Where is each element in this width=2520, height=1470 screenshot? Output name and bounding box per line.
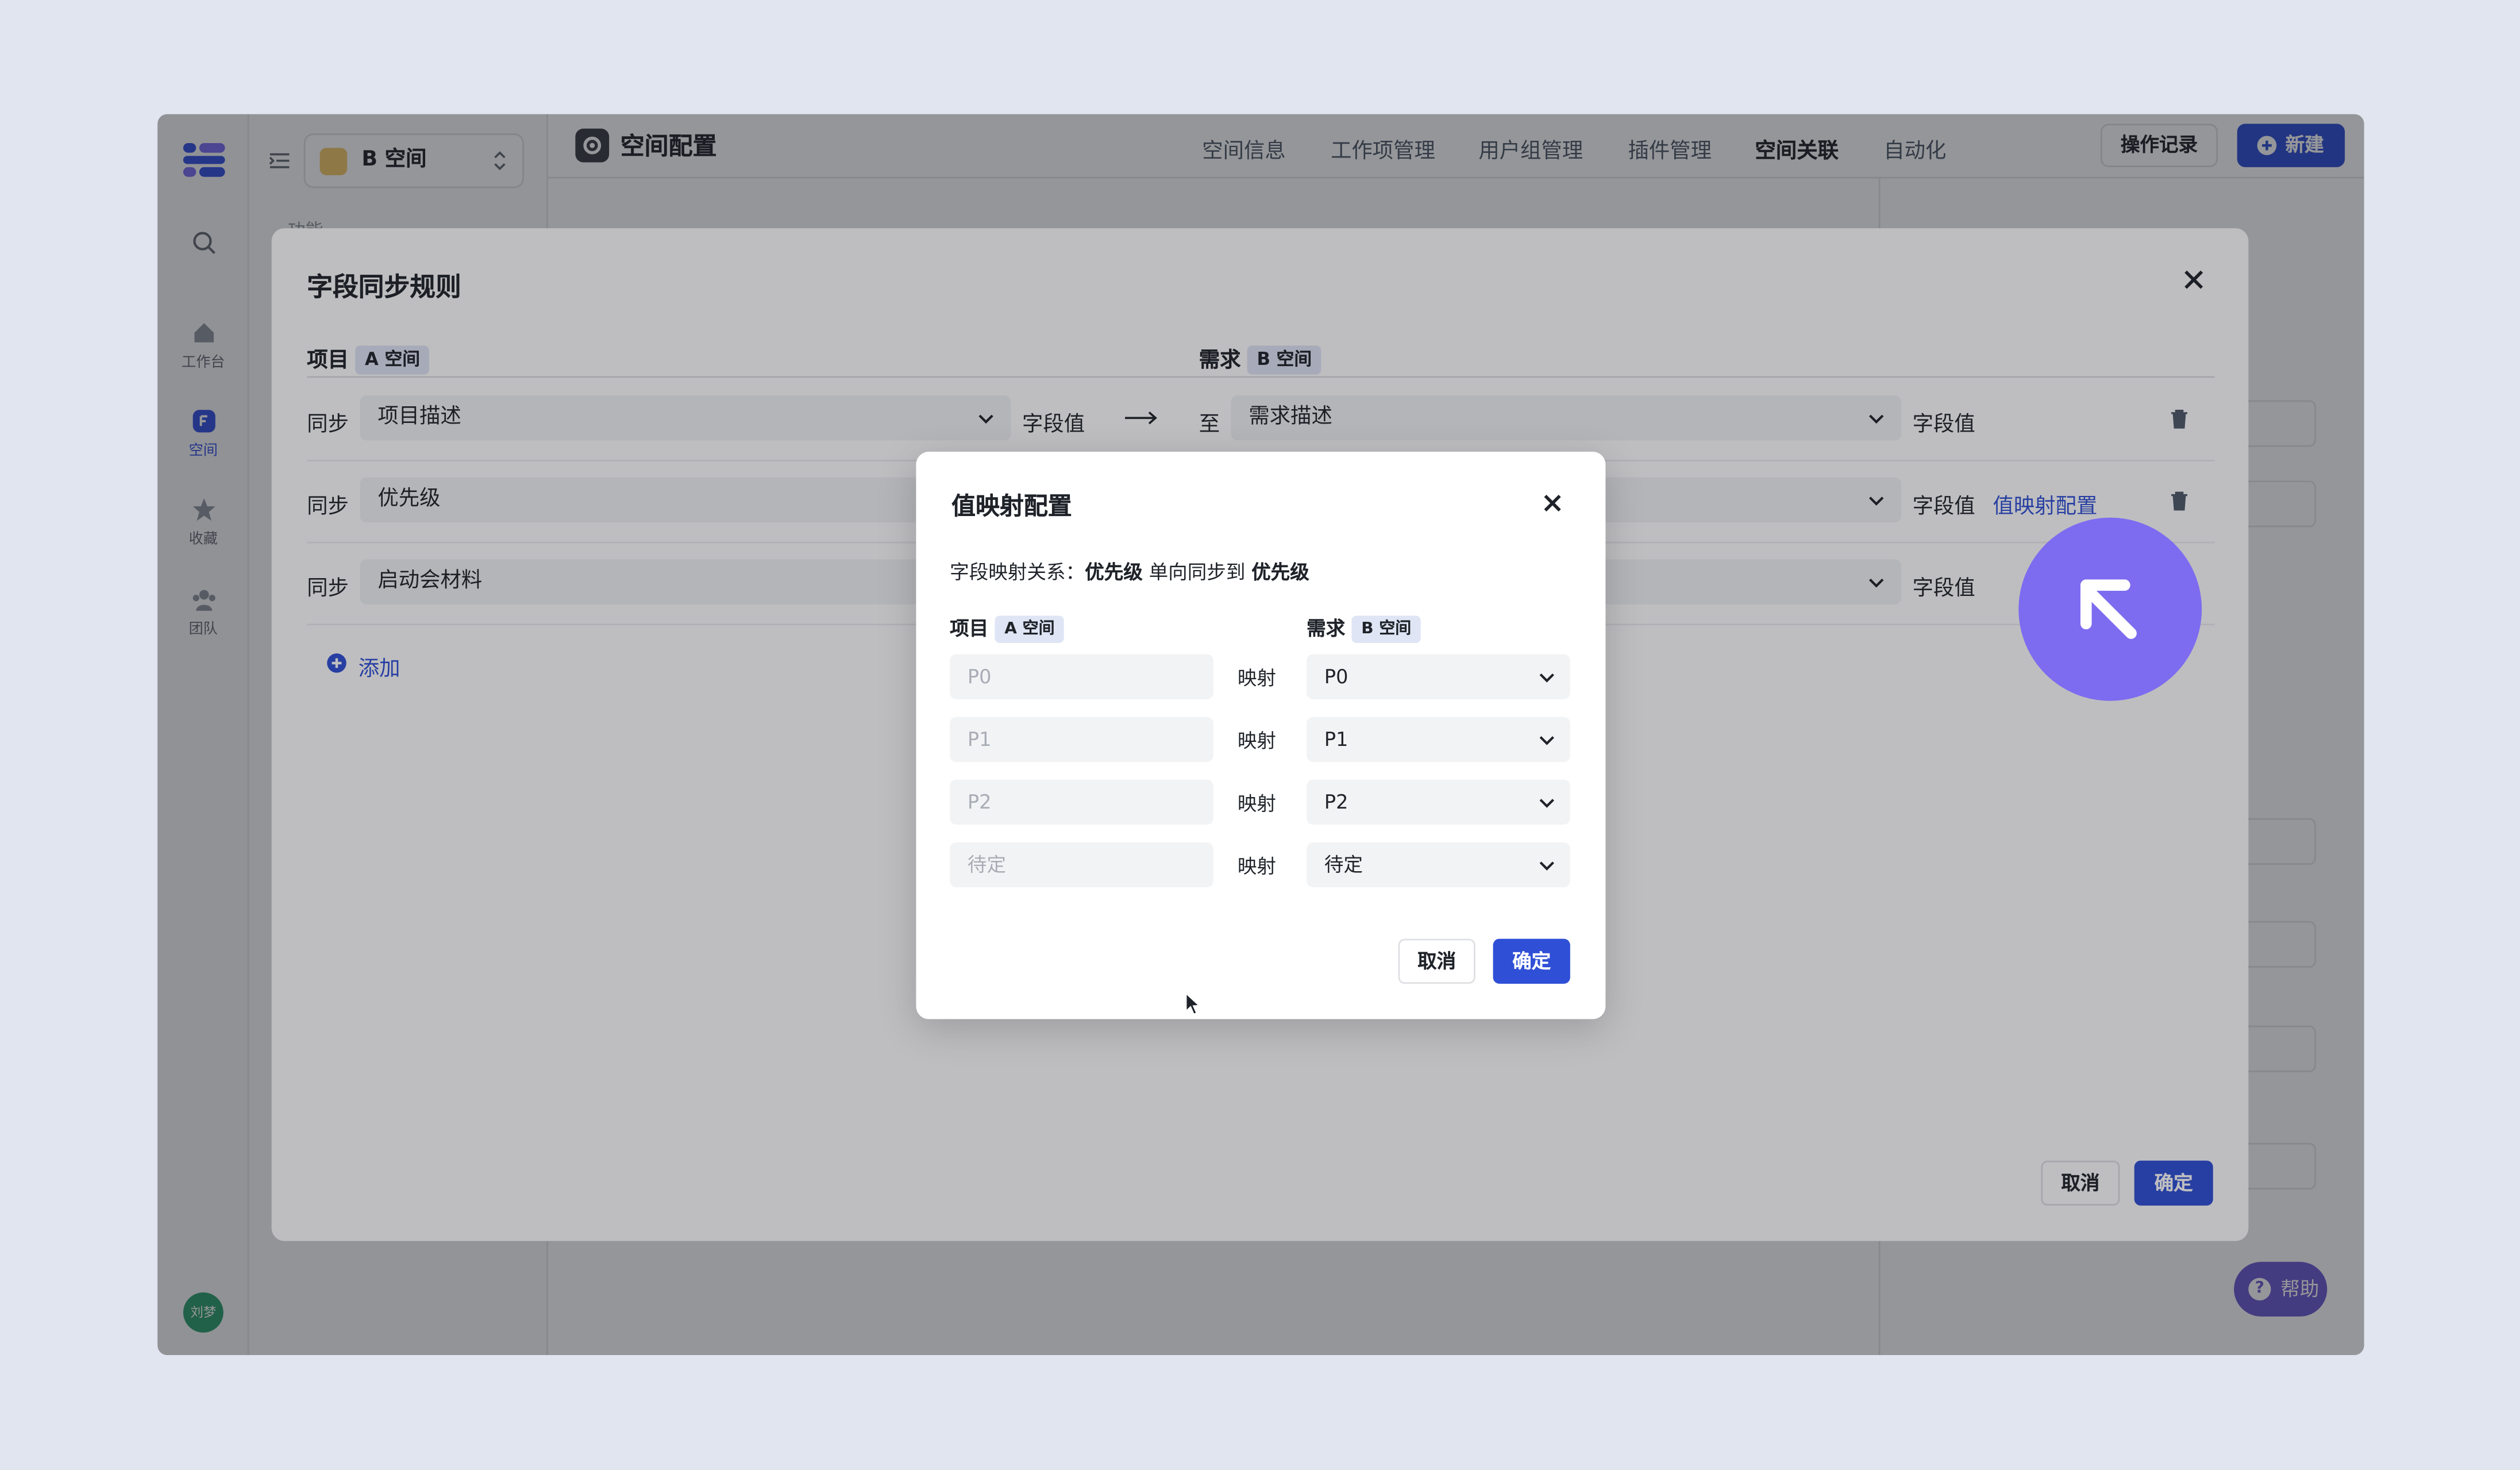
close-icon[interactable] [1543, 494, 1562, 513]
source-value-input[interactable]: P1 [950, 717, 1213, 762]
map-label: 映射 [1237, 729, 1277, 753]
source-value-input[interactable]: P2 [950, 779, 1213, 825]
mouse-pointer-icon [1185, 992, 1201, 1015]
target-value-select[interactable]: P1 [1307, 717, 1570, 762]
column-label: 项目 [950, 617, 989, 640]
dialog-title: 值映射配置 [951, 491, 1072, 521]
relation-target: 优先级 [1251, 561, 1309, 584]
target-column-head: 需求 B 空间 [1307, 614, 1421, 643]
target-value-select[interactable]: 待定 [1307, 842, 1570, 888]
space-tag: A 空间 [995, 615, 1065, 643]
screen: 工作台 空间 收藏 团队 刘梦 B 空间 功能 [0, 0, 2520, 1469]
map-label: 映射 [1237, 792, 1277, 815]
chevron-down-icon [1539, 799, 1554, 808]
target-value-select[interactable]: P0 [1307, 654, 1570, 699]
relation-middle: 单向同步到 [1142, 561, 1252, 584]
source-value-input[interactable]: P0 [950, 654, 1213, 699]
select-value: 待定 [1324, 853, 1363, 876]
select-value: P2 [1324, 791, 1348, 814]
confirm-button[interactable]: 确定 [1493, 938, 1570, 984]
source-value-input[interactable]: 待定 [950, 842, 1213, 888]
target-value-select[interactable]: P2 [1307, 779, 1570, 825]
value-mapping-dialog: 值映射配置 字段映射关系：优先级 单向同步到 优先级 项目 A 空间 需求 B 空间… [916, 452, 1606, 1019]
column-label: 需求 [1307, 617, 1346, 640]
arrow-up-left-icon [2080, 579, 2137, 639]
chevron-down-icon [1539, 736, 1554, 745]
mapping-relation: 字段映射关系：优先级 单向同步到 优先级 [950, 558, 1309, 586]
chevron-down-icon [1539, 861, 1554, 871]
select-value: P0 [1324, 665, 1348, 688]
click-indicator [2018, 517, 2202, 701]
map-label: 映射 [1237, 855, 1277, 878]
space-tag: B 空间 [1351, 615, 1421, 643]
chevron-down-icon [1539, 673, 1554, 683]
map-label: 映射 [1237, 667, 1277, 690]
select-value: P1 [1324, 728, 1348, 751]
relation-source: 优先级 [1085, 561, 1143, 584]
relation-prefix: 字段映射关系： [950, 561, 1085, 584]
cancel-button[interactable]: 取消 [1398, 938, 1475, 984]
source-column-head: 项目 A 空间 [950, 614, 1065, 643]
